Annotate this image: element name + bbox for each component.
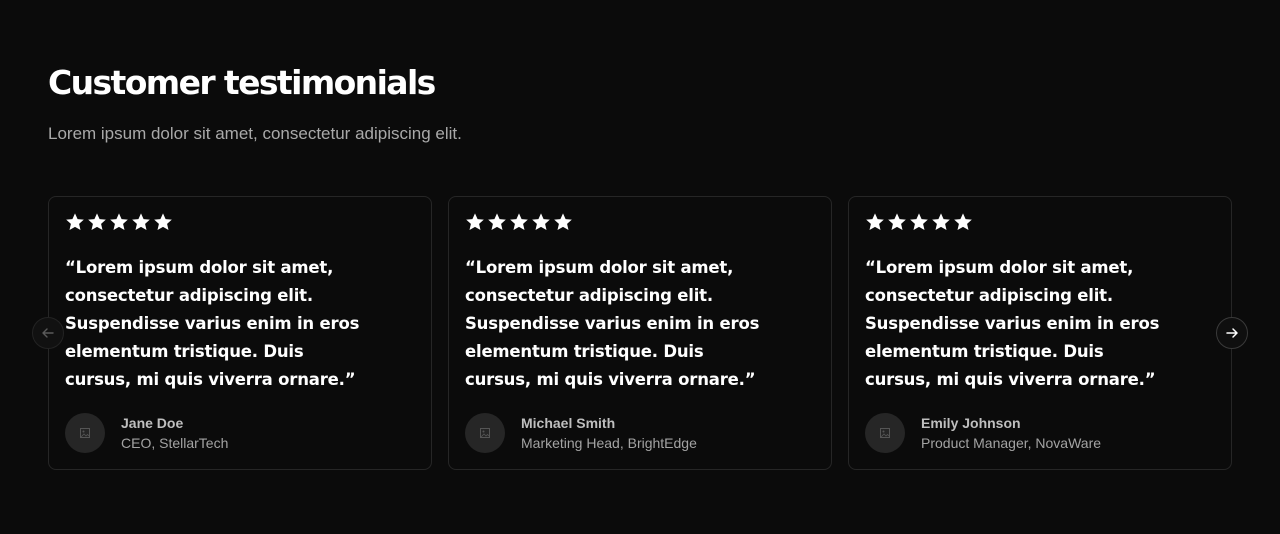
star-icon <box>131 212 151 232</box>
image-placeholder-icon <box>880 428 890 438</box>
testimonial-carousel: “Lorem ipsum dolor sit amet, consectetur… <box>48 196 1232 470</box>
testimonial-author: Michael Smith Marketing Head, BrightEdge <box>465 413 697 453</box>
image-placeholder-icon <box>480 428 490 438</box>
star-icon <box>487 212 507 232</box>
carousel-next-button[interactable] <box>1216 317 1248 349</box>
star-icon <box>109 212 129 232</box>
section-subtitle: Lorem ipsum dolor sit amet, consectetur … <box>48 124 462 143</box>
carousel-prev-button[interactable] <box>32 317 64 349</box>
testimonial-quote: “Lorem ipsum dolor sit amet, consectetur… <box>865 258 1160 389</box>
star-icon <box>87 212 107 232</box>
author-role: Marketing Head, BrightEdge <box>521 435 697 451</box>
author-name: Jane Doe <box>121 415 184 431</box>
star-icon <box>465 212 485 232</box>
testimonial-author: Emily Johnson Product Manager, NovaWare <box>865 413 1101 453</box>
arrow-right-icon <box>1225 326 1239 340</box>
star-icon <box>953 212 973 232</box>
testimonial-quote: “Lorem ipsum dolor sit amet, consectetur… <box>465 258 760 389</box>
star-rating <box>65 212 173 232</box>
image-placeholder-icon <box>80 428 90 438</box>
testimonial-quote: “Lorem ipsum dolor sit amet, consectetur… <box>65 258 360 389</box>
star-icon <box>553 212 573 232</box>
star-rating <box>465 212 573 232</box>
avatar <box>465 413 505 453</box>
testimonial-card: “Lorem ipsum dolor sit amet, consectetur… <box>48 196 432 470</box>
star-icon <box>865 212 885 232</box>
avatar <box>865 413 905 453</box>
author-role: CEO, StellarTech <box>121 435 229 451</box>
star-icon <box>531 212 551 232</box>
testimonial-card: “Lorem ipsum dolor sit amet, consectetur… <box>448 196 832 470</box>
avatar <box>65 413 105 453</box>
section-title: Customer testimonials <box>48 63 436 102</box>
author-name: Michael Smith <box>521 415 616 431</box>
testimonial-card: “Lorem ipsum dolor sit amet, consectetur… <box>848 196 1232 470</box>
author-role: Product Manager, NovaWare <box>921 435 1102 451</box>
testimonial-author: Jane Doe CEO, StellarTech <box>65 413 228 453</box>
author-name: Emily Johnson <box>921 415 1021 431</box>
arrow-left-icon <box>41 326 55 340</box>
star-icon <box>65 212 85 232</box>
star-icon <box>931 212 951 232</box>
star-icon <box>887 212 907 232</box>
star-icon <box>153 212 173 232</box>
star-icon <box>909 212 929 232</box>
star-rating <box>865 212 973 232</box>
star-icon <box>509 212 529 232</box>
